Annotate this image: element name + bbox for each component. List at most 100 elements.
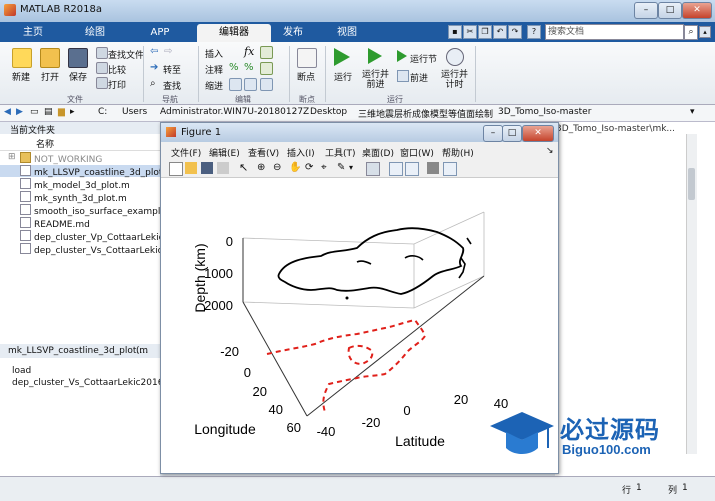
breakpoint-button[interactable]: 断点 [297, 70, 315, 83]
show-plot-tools-icon[interactable] [443, 162, 457, 176]
indent-more-icon[interactable] [244, 78, 257, 91]
address-crumb[interactable]: 3D_Tomo_Iso-master [498, 107, 591, 117]
tab-home[interactable]: 主页 [8, 24, 58, 42]
find-file-button[interactable]: 查找文件 [108, 48, 144, 61]
menu-desktop[interactable]: 桌面(D) [362, 146, 394, 159]
list-item[interactable]: ⊞ NOT_WORKING [8, 152, 102, 165]
list-item[interactable]: dep_cluster_Vs_CottaarLekic201 [8, 243, 180, 256]
cut-quick-icon[interactable]: ✂ [463, 25, 477, 39]
open-icon[interactable] [40, 48, 60, 68]
run-button[interactable]: 运行 [334, 70, 352, 83]
insert-button[interactable]: 插入 [205, 47, 223, 60]
run-icon[interactable] [334, 48, 350, 66]
save-figure-icon[interactable] [201, 162, 213, 174]
advance-icon[interactable] [397, 70, 409, 82]
run-section-button[interactable]: 运行节 [410, 52, 437, 65]
insert-legend-icon[interactable] [405, 162, 419, 176]
menu-dock-icon[interactable]: ↘ [546, 146, 554, 156]
menu-file[interactable]: 文件(F) [171, 146, 201, 159]
list-item[interactable]: mk_model_3d_plot.m [8, 178, 130, 191]
print-figure-icon[interactable] [217, 162, 229, 174]
data-cursor-icon[interactable]: ⌖ [321, 162, 333, 174]
copy-quick-icon[interactable]: ❐ [478, 25, 492, 39]
forward-nav-icon[interactable]: ▶ [16, 107, 23, 117]
percent-icon[interactable]: % [229, 62, 239, 73]
pointer-icon[interactable]: ↖ [239, 162, 251, 174]
tab-apps[interactable]: APP [135, 24, 185, 42]
breakpoint-icon[interactable] [297, 48, 317, 68]
link-plot-icon[interactable] [366, 162, 380, 176]
goto-icon[interactable]: ➔ [150, 62, 160, 73]
minimize-button[interactable]: – [634, 2, 658, 19]
uncomment-icon[interactable]: % [244, 62, 254, 73]
open-file-icon[interactable] [185, 162, 197, 174]
zoom-out-icon[interactable]: ⊖ [273, 162, 285, 174]
menu-edit[interactable]: 编辑(E) [209, 146, 240, 159]
help-quick-icon[interactable]: ? [527, 25, 541, 39]
list-item[interactable]: README.md [8, 217, 90, 230]
details-header[interactable]: mk_LLSVP_coastline_3d_plot.m (... [0, 344, 160, 358]
search-icon[interactable]: ⌕ [684, 25, 698, 40]
list-item[interactable]: mk_synth_3d_plot.m [8, 191, 127, 204]
run-advance-icon[interactable] [368, 48, 382, 64]
tab-view[interactable]: 视图 [322, 24, 372, 42]
pan-icon[interactable]: ✋ [289, 162, 301, 174]
undo-quick-icon[interactable]: ↶ [493, 25, 507, 39]
compare-icon[interactable] [96, 62, 108, 74]
run-advance-button[interactable]: 运行并 前进 [362, 70, 389, 90]
menu-tools[interactable]: 工具(T) [325, 146, 356, 159]
menu-window[interactable]: 窗口(W) [400, 146, 434, 159]
list-item[interactable]: mk_LLSVP_coastline_3d_plot.m [0, 165, 174, 178]
address-dropdown-icon[interactable]: ▾ [690, 107, 695, 117]
advance-button[interactable]: 前进 [410, 71, 428, 84]
back-nav-icon[interactable]: ◀ [4, 107, 11, 117]
find-icon[interactable]: ⌕ [150, 78, 160, 89]
tab-publish[interactable]: 发布 [268, 24, 318, 42]
indent-less-icon[interactable] [260, 78, 273, 91]
run-time-icon[interactable] [446, 48, 464, 66]
figure-minimize-button[interactable]: – [483, 125, 503, 142]
save-button[interactable]: 保存 [69, 70, 87, 83]
goto-button[interactable]: 转至 [163, 63, 181, 76]
hide-plot-tools-icon[interactable] [427, 162, 439, 174]
brush-dropdown-icon[interactable]: ▾ [349, 162, 361, 174]
open-button[interactable]: 打开 [41, 70, 59, 83]
print-icon[interactable] [96, 77, 108, 89]
forward-icon[interactable]: ⇨ [164, 46, 176, 57]
insert-colorbar-icon[interactable] [389, 162, 403, 176]
save-icon[interactable] [68, 48, 88, 68]
smart-indent-icon[interactable] [229, 78, 242, 91]
rotate-icon[interactable]: ⟳ [305, 162, 317, 174]
print-button[interactable]: 打印 [108, 78, 126, 91]
run-time-button[interactable]: 运行并 计时 [441, 70, 468, 90]
run-section-icon[interactable] [397, 50, 407, 62]
list-item[interactable]: dep_cluster_Vp_CottaarLekic201 [8, 230, 181, 243]
tab-editor[interactable]: 编辑器 [197, 24, 271, 42]
compare-button[interactable]: 比较 [108, 63, 126, 76]
fx-button[interactable]: fx [244, 45, 254, 58]
address-crumb[interactable]: C: [98, 107, 107, 117]
collapse-icon[interactable]: ▴ [699, 26, 711, 38]
indent-button[interactable]: 缩进 [205, 79, 223, 92]
format-icon[interactable] [260, 46, 273, 59]
close-button[interactable]: ✕ [682, 2, 712, 19]
menu-insert[interactable]: 插入(I) [287, 146, 315, 159]
wrap-icon[interactable] [260, 62, 273, 75]
new-icon[interactable] [12, 48, 32, 68]
address-crumb[interactable]: Users [122, 107, 147, 117]
new-button[interactable]: 新建 [12, 70, 30, 83]
zoom-in-icon[interactable]: ⊕ [257, 162, 269, 174]
comment-button[interactable]: 注释 [205, 63, 223, 76]
search-input[interactable]: 搜索文档 [545, 24, 684, 40]
address-crumb[interactable]: ▸ [70, 107, 75, 117]
maximize-button[interactable]: □ [658, 2, 682, 19]
address-crumb[interactable]: Desktop [310, 107, 347, 117]
menu-view[interactable]: 查看(V) [248, 146, 279, 159]
browse-icon[interactable]: ▤ [44, 107, 53, 117]
tab-plots[interactable]: 绘图 [70, 24, 120, 42]
find-button[interactable]: 查找 [163, 79, 181, 92]
brush-icon[interactable]: ✎ [337, 162, 349, 174]
scroll-thumb[interactable] [688, 168, 695, 200]
redo-quick-icon[interactable]: ↷ [508, 25, 522, 39]
find-file-icon[interactable] [96, 47, 108, 59]
